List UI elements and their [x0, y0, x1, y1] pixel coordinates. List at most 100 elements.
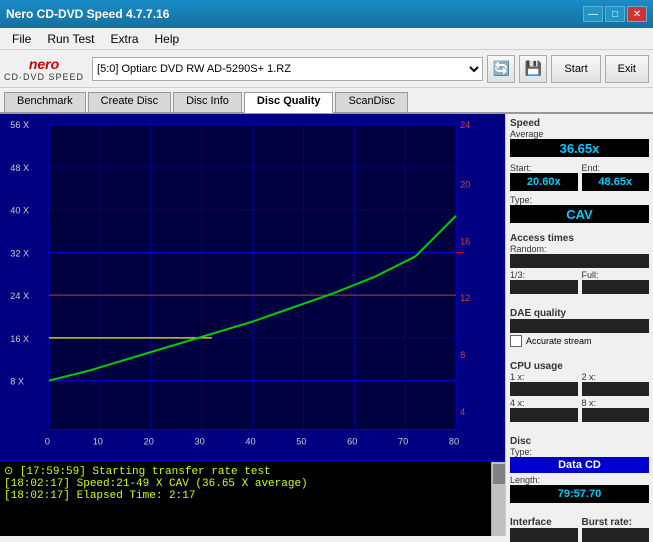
- nero-logo-text: nero: [29, 56, 59, 72]
- cpu-2x-label: 2 x:: [582, 372, 650, 382]
- tab-disc-info[interactable]: Disc Info: [173, 92, 242, 112]
- interface-details: Interface Burst rate:: [510, 517, 649, 542]
- toolbar: nero CD·DVD SPEED [5:0] Optiarc DVD RW A…: [0, 50, 653, 88]
- svg-text:20: 20: [460, 179, 470, 189]
- interface-subsection: Interface: [510, 517, 578, 542]
- burst-rate-value: [582, 528, 650, 542]
- svg-text:32 X: 32 X: [10, 248, 29, 258]
- start-label: Start:: [510, 163, 578, 173]
- menu-bar: File Run Test Extra Help: [0, 28, 653, 50]
- svg-text:80: 80: [449, 437, 459, 447]
- burst-rate-subsection: Burst rate:: [582, 517, 650, 542]
- dae-label: DAE quality: [510, 308, 649, 319]
- menu-file[interactable]: File: [4, 30, 39, 48]
- minimize-button[interactable]: —: [583, 6, 603, 22]
- start-section: Start: 20.60x: [510, 163, 578, 191]
- accurate-stream-row: Accurate stream: [510, 335, 649, 347]
- cpu-1x-label: 1 x:: [510, 372, 578, 382]
- full-section: Full:: [582, 270, 650, 294]
- cpu-4x: 4 x:: [510, 398, 578, 422]
- svg-text:10: 10: [93, 437, 103, 447]
- app-title: Nero CD-DVD Speed 4.7.7.16: [6, 7, 169, 21]
- burst-rate-label: Burst rate:: [582, 517, 650, 528]
- cpu-4x-value: [510, 408, 578, 422]
- log-scroll-thumb[interactable]: [493, 464, 505, 484]
- full-label: Full:: [582, 270, 650, 280]
- dae-section: DAE quality Accurate stream: [510, 308, 649, 347]
- type-value: CAV: [510, 205, 649, 223]
- access-times-label: Access times: [510, 233, 649, 244]
- window-controls: — □ ✕: [583, 6, 647, 22]
- random-value: [510, 254, 649, 268]
- tab-create-disc[interactable]: Create Disc: [88, 92, 171, 112]
- svg-text:30: 30: [194, 437, 204, 447]
- svg-text:50: 50: [296, 437, 306, 447]
- disc-length-value: 79:57.70: [510, 485, 649, 503]
- menu-run-test[interactable]: Run Test: [39, 30, 102, 48]
- menu-help[interactable]: Help: [147, 30, 188, 48]
- log-line-2: [18:02:17] Elapsed Time: 2:17: [4, 490, 487, 502]
- disc-type-label: Type:: [510, 447, 649, 457]
- cpu-details-2: 4 x: 8 x:: [510, 398, 649, 422]
- onethird-section: 1/3:: [510, 270, 578, 294]
- tab-bar: Benchmark Create Disc Disc Info Disc Qua…: [0, 88, 653, 114]
- average-value: 36.65x: [510, 139, 649, 157]
- speed-section: Speed Average 36.65x: [510, 118, 649, 157]
- cpu-8x: 8 x:: [582, 398, 650, 422]
- access-details: 1/3: Full:: [510, 270, 649, 294]
- log-area: ⊙ [17:59:59] Starting transfer rate test…: [0, 460, 505, 536]
- tab-benchmark[interactable]: Benchmark: [4, 92, 86, 112]
- svg-text:0: 0: [45, 437, 50, 447]
- tab-scan-disc[interactable]: ScanDisc: [335, 92, 407, 112]
- onethird-label: 1/3:: [510, 270, 578, 280]
- disc-length-label: Length:: [510, 475, 649, 485]
- cpu-1x: 1 x:: [510, 372, 578, 396]
- random-label: Random:: [510, 244, 649, 254]
- speed-details: Start: 20.60x End: 48.65x: [510, 163, 649, 191]
- tab-disc-quality[interactable]: Disc Quality: [244, 92, 334, 113]
- log-line-0: ⊙ [17:59:59] Starting transfer rate test: [4, 464, 487, 478]
- menu-extra[interactable]: Extra: [102, 30, 146, 48]
- nero-logo-subtitle: CD·DVD SPEED: [4, 72, 84, 82]
- cpu-2x: 2 x:: [582, 372, 650, 396]
- start-button[interactable]: Start: [551, 55, 600, 83]
- svg-text:60: 60: [347, 437, 357, 447]
- svg-text:16: 16: [460, 236, 470, 246]
- title-bar: Nero CD-DVD Speed 4.7.7.16 — □ ✕: [0, 0, 653, 28]
- start-value: 20.60x: [510, 173, 578, 191]
- svg-text:8: 8: [460, 350, 465, 360]
- cpu-1x-value: [510, 382, 578, 396]
- svg-text:4: 4: [460, 407, 465, 417]
- drive-select[interactable]: [5:0] Optiarc DVD RW AD-5290S+ 1.RZ: [92, 57, 483, 81]
- svg-text:16 X: 16 X: [10, 334, 29, 344]
- end-section: End: 48.65x: [582, 163, 650, 191]
- log-scrollbar[interactable]: [491, 462, 505, 536]
- cpu-4x-label: 4 x:: [510, 398, 578, 408]
- type-section: Type: CAV: [510, 195, 649, 223]
- cpu-8x-label: 8 x:: [582, 398, 650, 408]
- cpu-2x-value: [582, 382, 650, 396]
- close-button[interactable]: ✕: [627, 6, 647, 22]
- svg-text:40 X: 40 X: [10, 206, 29, 216]
- dae-value: [510, 319, 649, 333]
- disc-section: Disc Type: Data CD Length: 79:57.70: [510, 436, 649, 503]
- save-icon-button[interactable]: 💾: [519, 55, 547, 83]
- cpu-section: CPU usage 1 x: 2 x: 4 x: 8 x:: [510, 361, 649, 422]
- svg-text:20: 20: [144, 437, 154, 447]
- chart-svg: 56 X 48 X 40 X 32 X 24 X 16 X 8 X 24 20 …: [0, 114, 505, 460]
- end-value: 48.65x: [582, 173, 650, 191]
- svg-text:24: 24: [460, 120, 470, 130]
- main-content: 56 X 48 X 40 X 32 X 24 X 16 X 8 X 24 20 …: [0, 114, 653, 536]
- interface-section: Interface Burst rate:: [510, 517, 649, 542]
- interface-value: [510, 528, 578, 542]
- refresh-icon-button[interactable]: 🔄: [487, 55, 515, 83]
- type-label: Type:: [510, 195, 649, 205]
- full-value: [582, 280, 650, 294]
- accurate-stream-label: Accurate stream: [526, 336, 592, 346]
- end-label: End:: [582, 163, 650, 173]
- cpu-8x-value: [582, 408, 650, 422]
- interface-label: Interface: [510, 517, 578, 528]
- maximize-button[interactable]: □: [605, 6, 625, 22]
- accurate-stream-checkbox[interactable]: [510, 335, 522, 347]
- exit-button[interactable]: Exit: [605, 55, 649, 83]
